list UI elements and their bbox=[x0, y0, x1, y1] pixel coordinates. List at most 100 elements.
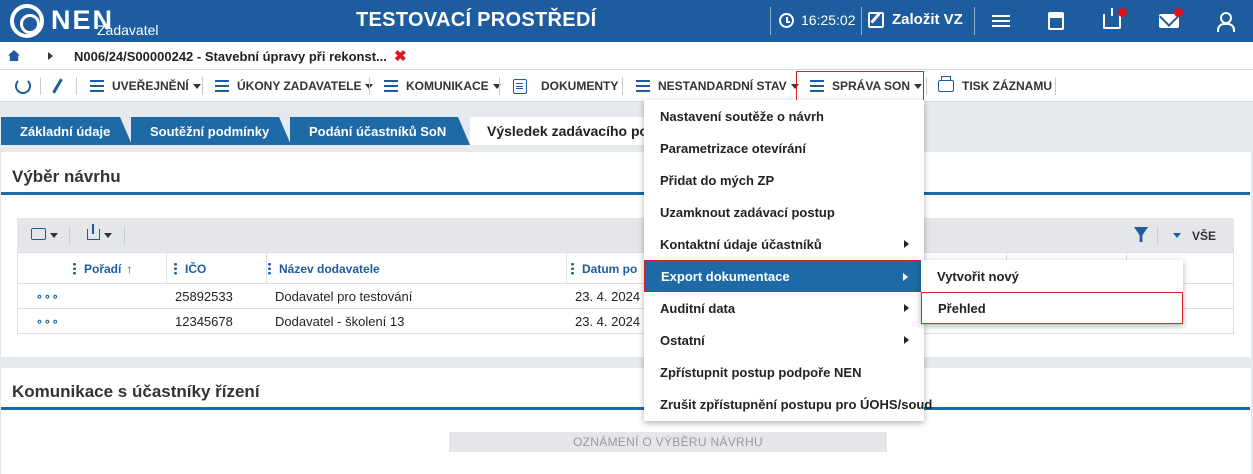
uverejneni-label: UVEŘEJNĚNÍ bbox=[112, 79, 189, 93]
chevron-right-icon bbox=[904, 304, 909, 312]
komunikace-label: KOMUNIKACE bbox=[406, 79, 489, 93]
edit-icon bbox=[868, 11, 884, 28]
menu-item-nastaveni-souteze[interactable]: Nastavení soutěže o návrh bbox=[644, 100, 924, 132]
column-menu-icon bbox=[73, 262, 76, 275]
section-title: Komunikace s účastníky řízení bbox=[12, 382, 260, 401]
refresh-button[interactable] bbox=[15, 70, 31, 102]
column-divider bbox=[566, 253, 567, 284]
divider bbox=[1055, 77, 1056, 95]
filter-icon[interactable] bbox=[1134, 227, 1148, 242]
divider bbox=[369, 77, 370, 95]
menu-item-zpristupnit[interactable]: Zpřístupnit postup podpoře NEN bbox=[644, 356, 924, 388]
tisk-label: TISK ZÁZNAMU bbox=[962, 79, 1052, 93]
environment-title: TESTOVACÍ PROSTŘEDÍ bbox=[356, 9, 597, 31]
logo-icon bbox=[10, 4, 44, 38]
chevron-right-icon[interactable] bbox=[48, 52, 53, 60]
divider bbox=[926, 77, 927, 95]
sprava-label: SPRÁVA SON bbox=[832, 79, 911, 93]
menu-item-export-dokumentace[interactable]: Export dokumentace bbox=[644, 260, 924, 292]
caret-down-icon[interactable] bbox=[104, 233, 112, 238]
create-vz-button[interactable]: Založit VZ bbox=[868, 11, 963, 28]
filter-all-label[interactable]: VŠE bbox=[1192, 229, 1216, 243]
dokumenty-button[interactable]: DOKUMENTY bbox=[513, 70, 618, 102]
komunikace-menu[interactable]: KOMUNIKACE bbox=[384, 70, 501, 102]
calculator-icon[interactable] bbox=[1043, 8, 1069, 34]
column-label: Název dodavatele bbox=[279, 261, 380, 276]
menu-item-pridat-do-zp[interactable]: Přidat do mých ZP bbox=[644, 164, 924, 196]
tab-soutezni-podminky[interactable]: Soutěžní podmínky bbox=[131, 117, 291, 145]
export-arrow bbox=[92, 224, 94, 234]
pencil-icon bbox=[52, 78, 63, 94]
cell-ico: 25892533 bbox=[175, 288, 233, 304]
row-actions-icon[interactable]: ∘∘∘ bbox=[36, 309, 60, 333]
divider bbox=[622, 77, 623, 95]
list-icon bbox=[215, 80, 229, 92]
menu-item-ostatni[interactable]: Ostatní bbox=[644, 324, 924, 356]
menu-item-uzamknout[interactable]: Uzamknout zadávací postup bbox=[644, 196, 924, 228]
tab-label: Výsledek zadávacího po bbox=[487, 123, 649, 139]
list-icon bbox=[90, 80, 104, 92]
cell-date: 23. 4. 2024 bbox=[575, 313, 641, 329]
divider bbox=[861, 7, 862, 35]
list-icon bbox=[810, 80, 824, 92]
divider bbox=[40, 77, 41, 95]
sprava-son-menu[interactable]: SPRÁVA SON bbox=[810, 70, 923, 102]
tab-label: Základní údaje bbox=[20, 123, 111, 139]
column-datum[interactable]: Datum po bbox=[571, 253, 637, 284]
tisk-zaznamu-button[interactable]: TISK ZÁZNAMU bbox=[938, 70, 1052, 102]
caret-down-icon bbox=[914, 83, 923, 89]
user-icon[interactable] bbox=[1211, 8, 1237, 34]
ukony-zadavatele-menu[interactable]: ÚKONY ZADAVATELE bbox=[215, 70, 374, 102]
cell-date: 23. 4. 2024 bbox=[575, 288, 641, 304]
caret-down-icon[interactable] bbox=[1173, 233, 1181, 238]
logo-subtitle: Zadavatel bbox=[97, 22, 159, 38]
tab-vysledek[interactable]: Výsledek zadávacího po bbox=[470, 117, 650, 145]
column-label: Datum po bbox=[582, 261, 638, 276]
oznameni-o-vyberu-button[interactable]: OZNÁMENÍ O VÝBĚRU NÁVRHU bbox=[449, 432, 887, 452]
nestandardni-stav-menu[interactable]: NESTANDARDNÍ STAV bbox=[636, 70, 799, 102]
grid-toolbar: VŠE bbox=[17, 218, 1234, 252]
column-poradi[interactable]: Pořadí ↑ bbox=[73, 253, 132, 284]
menu-item-label: Export dokumentace bbox=[661, 268, 790, 284]
column-menu-icon bbox=[571, 262, 574, 275]
cell-ico: 12345678 bbox=[175, 313, 233, 329]
menu-item-label: Nastavení soutěže o návrh bbox=[660, 108, 824, 124]
chevron-right-icon bbox=[903, 273, 908, 281]
menu-item-zrusit-zpristupneni[interactable]: Zrušit zpřístupnění postupu pro ÚOHS/sou… bbox=[644, 388, 932, 420]
row-actions-icon[interactable]: ∘∘∘ bbox=[36, 284, 60, 308]
export-submenu: Vytvořit nový Přehled bbox=[921, 260, 1183, 324]
menu-item-kontaktni-udaje[interactable]: Kontaktní údaje účastníků bbox=[644, 228, 924, 260]
caret-down-icon[interactable] bbox=[50, 233, 58, 238]
menu-item-auditni-data[interactable]: Auditní data bbox=[644, 292, 924, 324]
divider bbox=[1157, 226, 1158, 244]
column-nazev-dodavatele[interactable]: Název dodavatele bbox=[268, 253, 380, 284]
sprava-son-dropdown: Nastavení soutěže o návrh Parametrizace … bbox=[644, 100, 932, 421]
submenu-item-vytvorit-novy[interactable]: Vytvořit nový bbox=[921, 260, 1183, 292]
divider bbox=[499, 77, 500, 95]
menu-item-label: Auditní data bbox=[660, 300, 736, 316]
tab-podani-ucastniku[interactable]: Podání účastníků SoN bbox=[290, 117, 470, 145]
close-icon[interactable]: ✖ bbox=[394, 47, 407, 65]
submenu-item-prehled[interactable]: Přehled bbox=[921, 292, 1183, 324]
home-icon[interactable] bbox=[8, 50, 20, 61]
tab-zakladni-udaje[interactable]: Základní údaje bbox=[1, 117, 132, 145]
section-underline bbox=[1, 192, 1250, 195]
menu-item-label: Uzamknout zadávací postup bbox=[660, 204, 835, 220]
top-bar: NEN Zadavatel TESTOVACÍ PROSTŘEDÍ 16:25:… bbox=[0, 0, 1253, 42]
chevron-right-icon bbox=[904, 240, 909, 248]
divider bbox=[76, 77, 77, 95]
printer-icon[interactable] bbox=[31, 228, 46, 240]
caret-down-icon bbox=[192, 83, 201, 89]
list-icon bbox=[636, 80, 650, 92]
uverejneni-menu[interactable]: UVEŘEJNĚNÍ bbox=[90, 70, 201, 102]
column-ico[interactable]: IČO bbox=[174, 253, 206, 284]
menu-item-label: Přidat do mých ZP bbox=[660, 172, 775, 188]
column-label: IČO bbox=[185, 261, 207, 276]
breadcrumb-item[interactable]: N006/24/S00000242 - Stavební úpravy při … bbox=[74, 49, 387, 64]
session-time: 16:25:02 bbox=[801, 12, 856, 28]
edit-button[interactable] bbox=[52, 70, 63, 102]
tab-label: Soutěžní podmínky bbox=[150, 123, 270, 139]
menu-item-parametrizace[interactable]: Parametrizace otevírání bbox=[644, 132, 924, 164]
menu-icon[interactable] bbox=[988, 8, 1014, 34]
menu-item-label: Kontaktní údaje účastníků bbox=[660, 236, 822, 252]
